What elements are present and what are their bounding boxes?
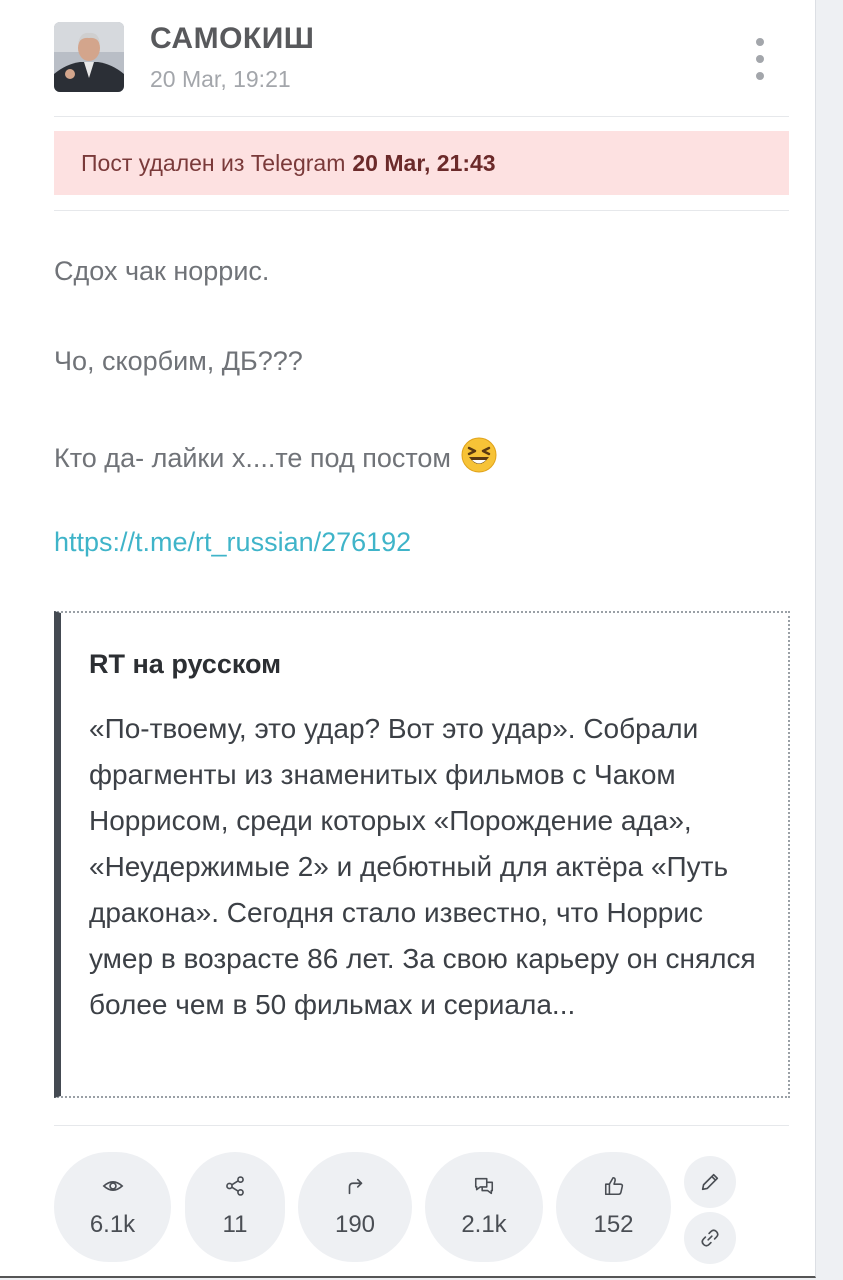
quote-title: RT на русском [89,649,282,679]
menu-dot [756,72,764,80]
comments-stat[interactable]: 2.1k [425,1152,543,1262]
post-line-with-emoji: Кто да- лайки х....те под постом [54,437,497,474]
post-link-line: https://t.me/rt_russian/276192 [54,527,411,558]
post-link[interactable]: https://t.me/rt_russian/276192 [54,527,411,557]
link-preview-quote[interactable]: RT на русском «По-твоему, это удар? Вот … [54,611,790,1098]
link-icon [701,1229,719,1247]
more-vertical-icon[interactable] [746,38,774,80]
share-nodes-icon [226,1176,244,1196]
channel-name[interactable]: САМОКИШ [150,22,314,56]
edit-button[interactable] [684,1156,736,1208]
copy-link-button[interactable] [684,1212,736,1264]
thumbs-up-icon [604,1176,623,1196]
views-stat[interactable]: 6.1k [54,1152,171,1262]
forward-arrow-icon [348,1178,363,1195]
post-line: Чо, скорбим, ДБ??? [54,346,303,376]
avatar-photo [54,22,124,92]
views-count: 6.1k [89,1211,136,1238]
forwards-count: 190 [334,1211,376,1238]
eye-icon [102,1181,123,1191]
post-date: 20 Mar, 19:21 [150,66,291,92]
shares-count: 11 [222,1211,248,1238]
comments-count: 2.1k [461,1211,507,1238]
deleted-notice-datetime: 20 Mar, 21:43 [352,149,496,176]
post-line: Сдох чак норрис. [54,256,270,286]
channel-avatar[interactable] [54,22,124,92]
likes-count: 152 [593,1211,634,1238]
deleted-notice: Пост удален из Telegram 20 Mar, 21:43 [54,131,789,195]
post-line: Кто да- лайки х....те под постом [54,443,451,473]
laughing-face-icon [461,437,497,473]
comments-icon [474,1177,494,1195]
divider [54,210,789,211]
quote-text: «По-твоему, это удар? Вот это удар». Соб… [89,713,756,1020]
post-card: САМОКИШ 20 Mar, 19:21 Пост удален из Tel… [0,0,816,1278]
menu-dot [756,55,764,63]
divider [54,1125,789,1126]
shares-stat[interactable]: 11 [185,1152,285,1262]
menu-dot [756,38,764,46]
likes-stat[interactable]: 152 [556,1152,671,1262]
forwards-stat[interactable]: 190 [298,1152,412,1262]
deleted-notice-text: Пост удален из Telegram [81,149,346,176]
pencil-icon [701,1173,719,1191]
divider [54,116,789,117]
